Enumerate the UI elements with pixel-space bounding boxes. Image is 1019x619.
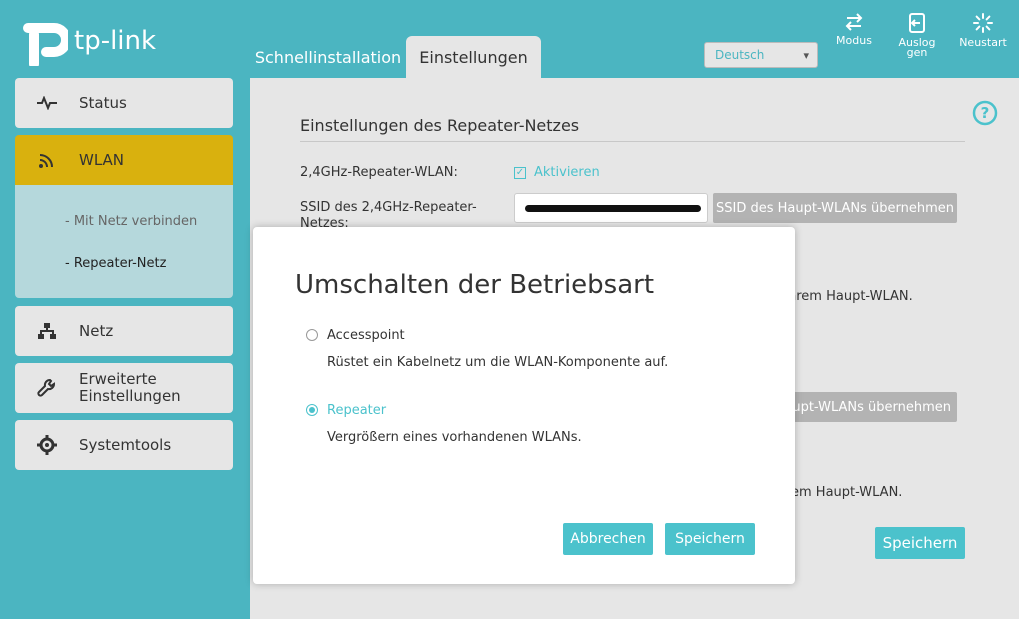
network-icon xyxy=(38,323,56,339)
dialog-title: Umschalten der Betriebsart xyxy=(295,270,655,300)
chevron-down-icon: ▾ xyxy=(803,49,809,62)
radio-accesspoint[interactable] xyxy=(306,329,318,341)
pulse-icon xyxy=(37,96,57,110)
wlan-submenu: - Mit Netz verbinden - Repeater-Netz xyxy=(15,185,233,298)
help-icon[interactable]: ? xyxy=(972,100,998,126)
sidebar-item-label: Status xyxy=(79,94,127,112)
sidebar-item-status[interactable]: Status xyxy=(15,78,233,128)
tab-quick-setup[interactable]: Schnellinstallation xyxy=(250,36,406,78)
cancel-button[interactable]: Abbrechen xyxy=(563,523,653,555)
hint-text-2: em Haupt-WLAN. xyxy=(791,485,903,500)
sidebar-item-label: Systemtools xyxy=(79,436,172,454)
option-accesspoint-label[interactable]: Accesspoint xyxy=(327,328,405,343)
sidebar-item-network[interactable]: Netz xyxy=(15,306,233,356)
mode-switch-dialog: Umschalten der Betriebsart Accesspoint R… xyxy=(253,227,795,584)
activate-label: Aktivieren xyxy=(534,165,600,180)
tab-settings[interactable]: Einstellungen xyxy=(406,36,541,78)
svg-text:?: ? xyxy=(981,104,990,122)
copy-main-ssid-button-2[interactable]: upt-WLANs übernehmen xyxy=(770,392,957,422)
repeater-24-label: 2,4GHz-Repeater-WLAN: xyxy=(300,165,458,180)
sidebar-item-advanced[interactable]: Erweiterte Einstellungen xyxy=(15,363,233,413)
copy-main-ssid-button[interactable]: SSID des Haupt-WLANs übernehmen xyxy=(713,193,957,223)
logout-icon xyxy=(909,13,925,33)
activate-checkbox[interactable]: ✓ Aktivieren xyxy=(514,165,600,180)
reboot-icon xyxy=(973,13,993,33)
option-repeater-label[interactable]: Repeater xyxy=(327,403,386,418)
wrench-icon xyxy=(37,379,55,397)
reboot-label: Neustart xyxy=(959,36,1007,49)
tplink-logo-icon xyxy=(23,23,68,66)
gear-icon xyxy=(37,435,57,455)
dialog-save-button[interactable]: Speichern xyxy=(665,523,755,555)
option-repeater-desc: Vergrößern eines vorhandenen WLANs. xyxy=(327,430,582,445)
mode-button[interactable]: Modus xyxy=(829,12,879,46)
language-value: Deutsch xyxy=(715,48,765,62)
reboot-button[interactable]: Neustart xyxy=(958,12,1008,48)
radio-repeater[interactable] xyxy=(306,404,318,416)
sidebar-item-label: WLAN xyxy=(79,151,125,169)
save-button[interactable]: Speichern xyxy=(875,527,965,559)
sidebar-subitem-repeater[interactable]: - Repeater-Netz xyxy=(65,256,166,271)
section-title: Einstellungen des Repeater-Netzes xyxy=(300,116,580,135)
mode-label: Modus xyxy=(836,34,872,47)
sidebar-item-label: Erweiterte Einstellungen xyxy=(79,370,181,405)
language-select[interactable]: Deutsch ▾ xyxy=(704,42,818,68)
wifi-icon xyxy=(39,154,53,168)
sidebar-item-systemtools[interactable]: Systemtools xyxy=(15,420,233,470)
sidebar-item-wlan[interactable]: WLAN xyxy=(15,135,233,185)
brand-name: tp-link xyxy=(74,26,157,56)
checkbox-checked-icon: ✓ xyxy=(514,166,526,179)
ssid-24-input[interactable] xyxy=(514,193,708,223)
option-accesspoint-desc: Rüstet ein Kabelnetz um die WLAN-Kompone… xyxy=(327,355,669,370)
switch-mode-icon xyxy=(845,13,863,31)
sidebar-subitem-connect[interactable]: - Mit Netz verbinden xyxy=(65,214,197,229)
sidebar-item-label: Netz xyxy=(79,322,114,340)
logout-label: Ausloggen xyxy=(898,36,936,59)
logout-button[interactable]: Ausloggen xyxy=(892,12,942,58)
redacted-ssid xyxy=(525,205,701,212)
section-divider xyxy=(300,141,965,142)
tplink-logo: tp-link xyxy=(14,16,156,66)
hint-text-1: hrem Haupt-WLAN. xyxy=(788,289,913,304)
